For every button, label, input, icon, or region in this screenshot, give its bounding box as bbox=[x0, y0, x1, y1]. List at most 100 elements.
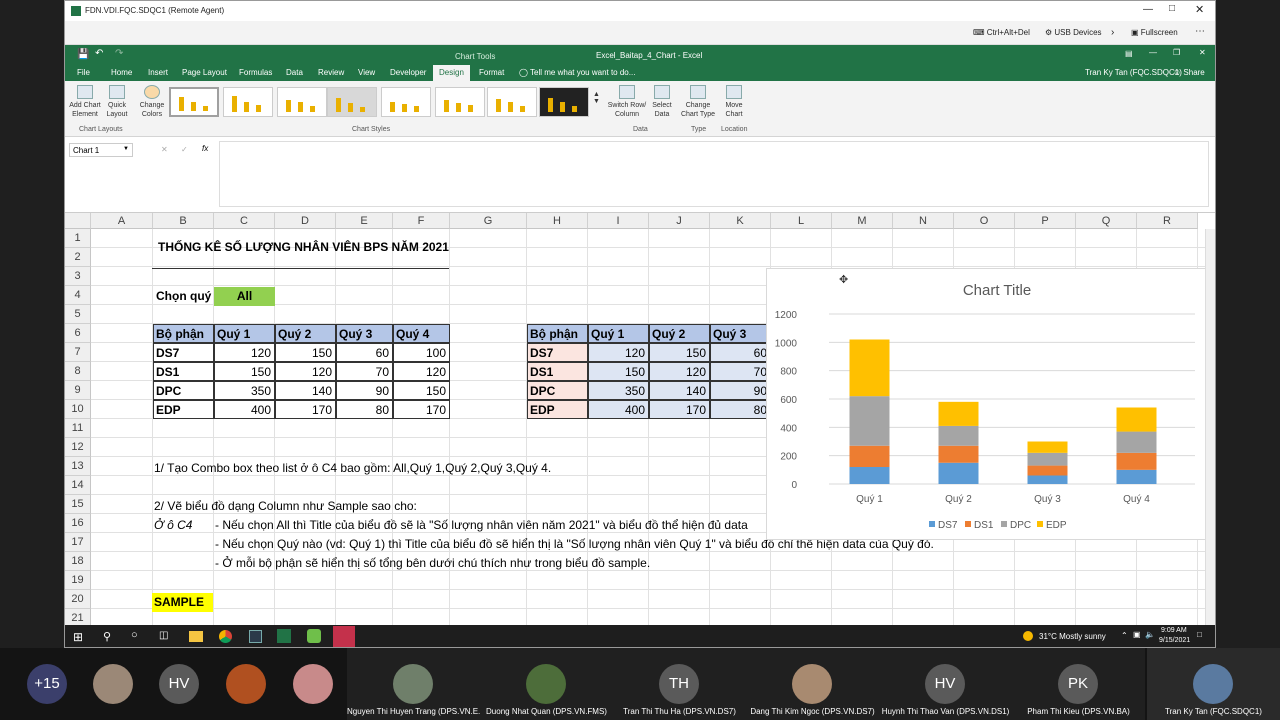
tab-data[interactable]: Data bbox=[286, 68, 303, 77]
table-cell[interactable]: 80 bbox=[710, 400, 771, 419]
task-view-icon[interactable]: ◫ bbox=[159, 630, 168, 641]
row-header-15[interactable]: 15 bbox=[65, 495, 91, 514]
table-cell[interactable]: 120 bbox=[214, 343, 275, 362]
row-header-9[interactable]: 9 bbox=[65, 381, 91, 400]
tell-me-search[interactable]: ◯ Tell me what you want to do... bbox=[519, 68, 635, 77]
column-header-f[interactable]: F bbox=[393, 213, 450, 229]
participant-tile[interactable]: HV Huynh Thi Thao Van (DPS.VN.DS1) bbox=[879, 648, 1012, 720]
chart-style-5[interactable] bbox=[381, 87, 431, 117]
table-cell[interactable]: 150 bbox=[649, 343, 710, 362]
close-icon[interactable]: ✕ bbox=[1195, 3, 1204, 16]
table-cell[interactable]: 400 bbox=[214, 400, 275, 419]
column-header-h[interactable]: H bbox=[527, 213, 588, 229]
chart-style-4[interactable] bbox=[327, 87, 377, 117]
table-row-label[interactable]: DPC bbox=[153, 381, 214, 400]
table-cell[interactable]: 400 bbox=[588, 400, 649, 419]
redo-icon[interactable]: ↷ bbox=[115, 48, 123, 59]
row-header-13[interactable]: 13 bbox=[65, 457, 91, 476]
column-header-p[interactable]: P bbox=[1015, 213, 1076, 229]
switch-row-column-button[interactable]: Switch Row/ Column bbox=[605, 85, 649, 119]
table-row-label[interactable]: DS7 bbox=[527, 343, 588, 362]
column-header-m[interactable]: M bbox=[832, 213, 893, 229]
table-cell[interactable]: 120 bbox=[649, 362, 710, 381]
table-cell[interactable]: 170 bbox=[649, 400, 710, 419]
table-row-label[interactable]: DPC bbox=[527, 381, 588, 400]
participant-photo[interactable] bbox=[226, 664, 266, 704]
row-header-5[interactable]: 5 bbox=[65, 305, 91, 324]
table-row-label[interactable]: DS1 bbox=[527, 362, 588, 381]
column-header-a[interactable]: A bbox=[91, 213, 153, 229]
table-cell[interactable]: 120 bbox=[393, 362, 450, 381]
chart-style-8[interactable] bbox=[539, 87, 589, 117]
vertical-scrollbar[interactable] bbox=[1205, 229, 1215, 625]
table-cell[interactable]: 150 bbox=[393, 381, 450, 400]
tab-insert[interactable]: Insert bbox=[148, 68, 168, 77]
change-chart-type-button[interactable]: Change Chart Type bbox=[679, 85, 717, 119]
chart-style-1[interactable] bbox=[169, 87, 219, 117]
save-icon[interactable]: 💾 bbox=[77, 49, 89, 60]
row-header-16[interactable]: 16 bbox=[65, 514, 91, 533]
table-header-cell[interactable]: Bộ phận bbox=[153, 324, 214, 343]
tab-file[interactable]: File bbox=[77, 68, 90, 77]
tab-developer[interactable]: Developer bbox=[390, 68, 426, 77]
table-header-cell[interactable]: Quý 4 bbox=[393, 324, 450, 343]
insert-function-icon[interactable]: fx bbox=[202, 144, 208, 153]
change-colors-button[interactable]: Change Colors bbox=[137, 85, 167, 119]
column-header-b[interactable]: B bbox=[153, 213, 214, 229]
table-header-cell[interactable]: Quý 1 bbox=[214, 324, 275, 343]
table-cell[interactable]: 100 bbox=[393, 343, 450, 362]
table-cell[interactable]: 120 bbox=[588, 343, 649, 362]
table-row-label[interactable]: DS1 bbox=[153, 362, 214, 381]
table-cell[interactable]: 150 bbox=[588, 362, 649, 381]
teams-icon[interactable] bbox=[333, 626, 355, 647]
participant-tile[interactable]: Nguyen Thi Huyen Trang (DPS.VN.E... bbox=[347, 648, 480, 720]
confirm-formula-icon[interactable]: ✓ bbox=[181, 145, 188, 154]
table-cell[interactable]: 350 bbox=[588, 381, 649, 400]
row-header-19[interactable]: 19 bbox=[65, 571, 91, 590]
row-header-10[interactable]: 10 bbox=[65, 400, 91, 419]
row-header-4[interactable]: 4 bbox=[65, 286, 91, 305]
table-header-cell[interactable]: Quý 2 bbox=[649, 324, 710, 343]
undo-icon[interactable]: ↶ bbox=[95, 48, 103, 59]
participant-photo[interactable] bbox=[293, 664, 333, 704]
participant-avatar-hv[interactable]: HV bbox=[159, 664, 199, 704]
table-row-label[interactable]: DS7 bbox=[153, 343, 214, 362]
row-header-11[interactable]: 11 bbox=[65, 419, 91, 438]
participant-tile[interactable]: Duong Nhat Quan (DPS.VN.FMS) bbox=[480, 648, 613, 720]
chart-style-6[interactable] bbox=[435, 87, 485, 117]
table-row-label[interactable]: EDP bbox=[153, 400, 214, 419]
column-header-d[interactable]: D bbox=[275, 213, 336, 229]
ribbon-options-icon[interactable]: ▤ bbox=[1125, 49, 1133, 58]
tray-chevron-icon[interactable]: ⌃ bbox=[1121, 631, 1128, 640]
column-header-o[interactable]: O bbox=[954, 213, 1015, 229]
row-header-21[interactable]: 21 bbox=[65, 609, 91, 625]
participant-tile[interactable]: Tran Ky Tan (FQC.SDQC1) bbox=[1147, 648, 1280, 720]
table-cell[interactable]: 150 bbox=[214, 362, 275, 381]
name-box[interactable]: Chart 1 ▼ bbox=[69, 143, 133, 157]
minimize-icon[interactable]: — bbox=[1149, 48, 1157, 57]
participant-photo[interactable] bbox=[93, 664, 133, 704]
chrome-icon[interactable] bbox=[219, 630, 232, 643]
table-cell[interactable]: 70 bbox=[710, 362, 771, 381]
column-header-n[interactable]: N bbox=[893, 213, 954, 229]
tab-design[interactable]: Design bbox=[433, 65, 470, 81]
stacked-column-chart[interactable]: ✥ Chart Title 0 200 400 600 800 1000 1200 Quý 1Q… bbox=[766, 268, 1206, 540]
column-header-l[interactable]: L bbox=[771, 213, 832, 229]
row-header-6[interactable]: 6 bbox=[65, 324, 91, 343]
table-cell[interactable]: 80 bbox=[336, 400, 393, 419]
column-header-g[interactable]: G bbox=[450, 213, 527, 229]
share-button[interactable]: ☺ Share bbox=[1173, 68, 1205, 77]
table-header-cell[interactable]: Quý 3 bbox=[336, 324, 393, 343]
more-icon[interactable]: ⋯ bbox=[1195, 26, 1205, 37]
column-header-e[interactable]: E bbox=[336, 213, 393, 229]
participant-tile[interactable]: PK Pham Thi Kieu (DPS.VN.BA) bbox=[1012, 648, 1145, 720]
formula-input[interactable] bbox=[219, 141, 1209, 207]
row-header-3[interactable]: 3 bbox=[65, 267, 91, 286]
table-cell[interactable]: 150 bbox=[275, 343, 336, 362]
row-header-1[interactable]: 1 bbox=[65, 229, 91, 248]
file-explorer-icon[interactable] bbox=[189, 631, 203, 642]
chat-app-icon[interactable] bbox=[307, 629, 321, 643]
row-header-14[interactable]: 14 bbox=[65, 476, 91, 495]
table-cell[interactable]: 140 bbox=[275, 381, 336, 400]
column-header-c[interactable]: C bbox=[214, 213, 275, 229]
